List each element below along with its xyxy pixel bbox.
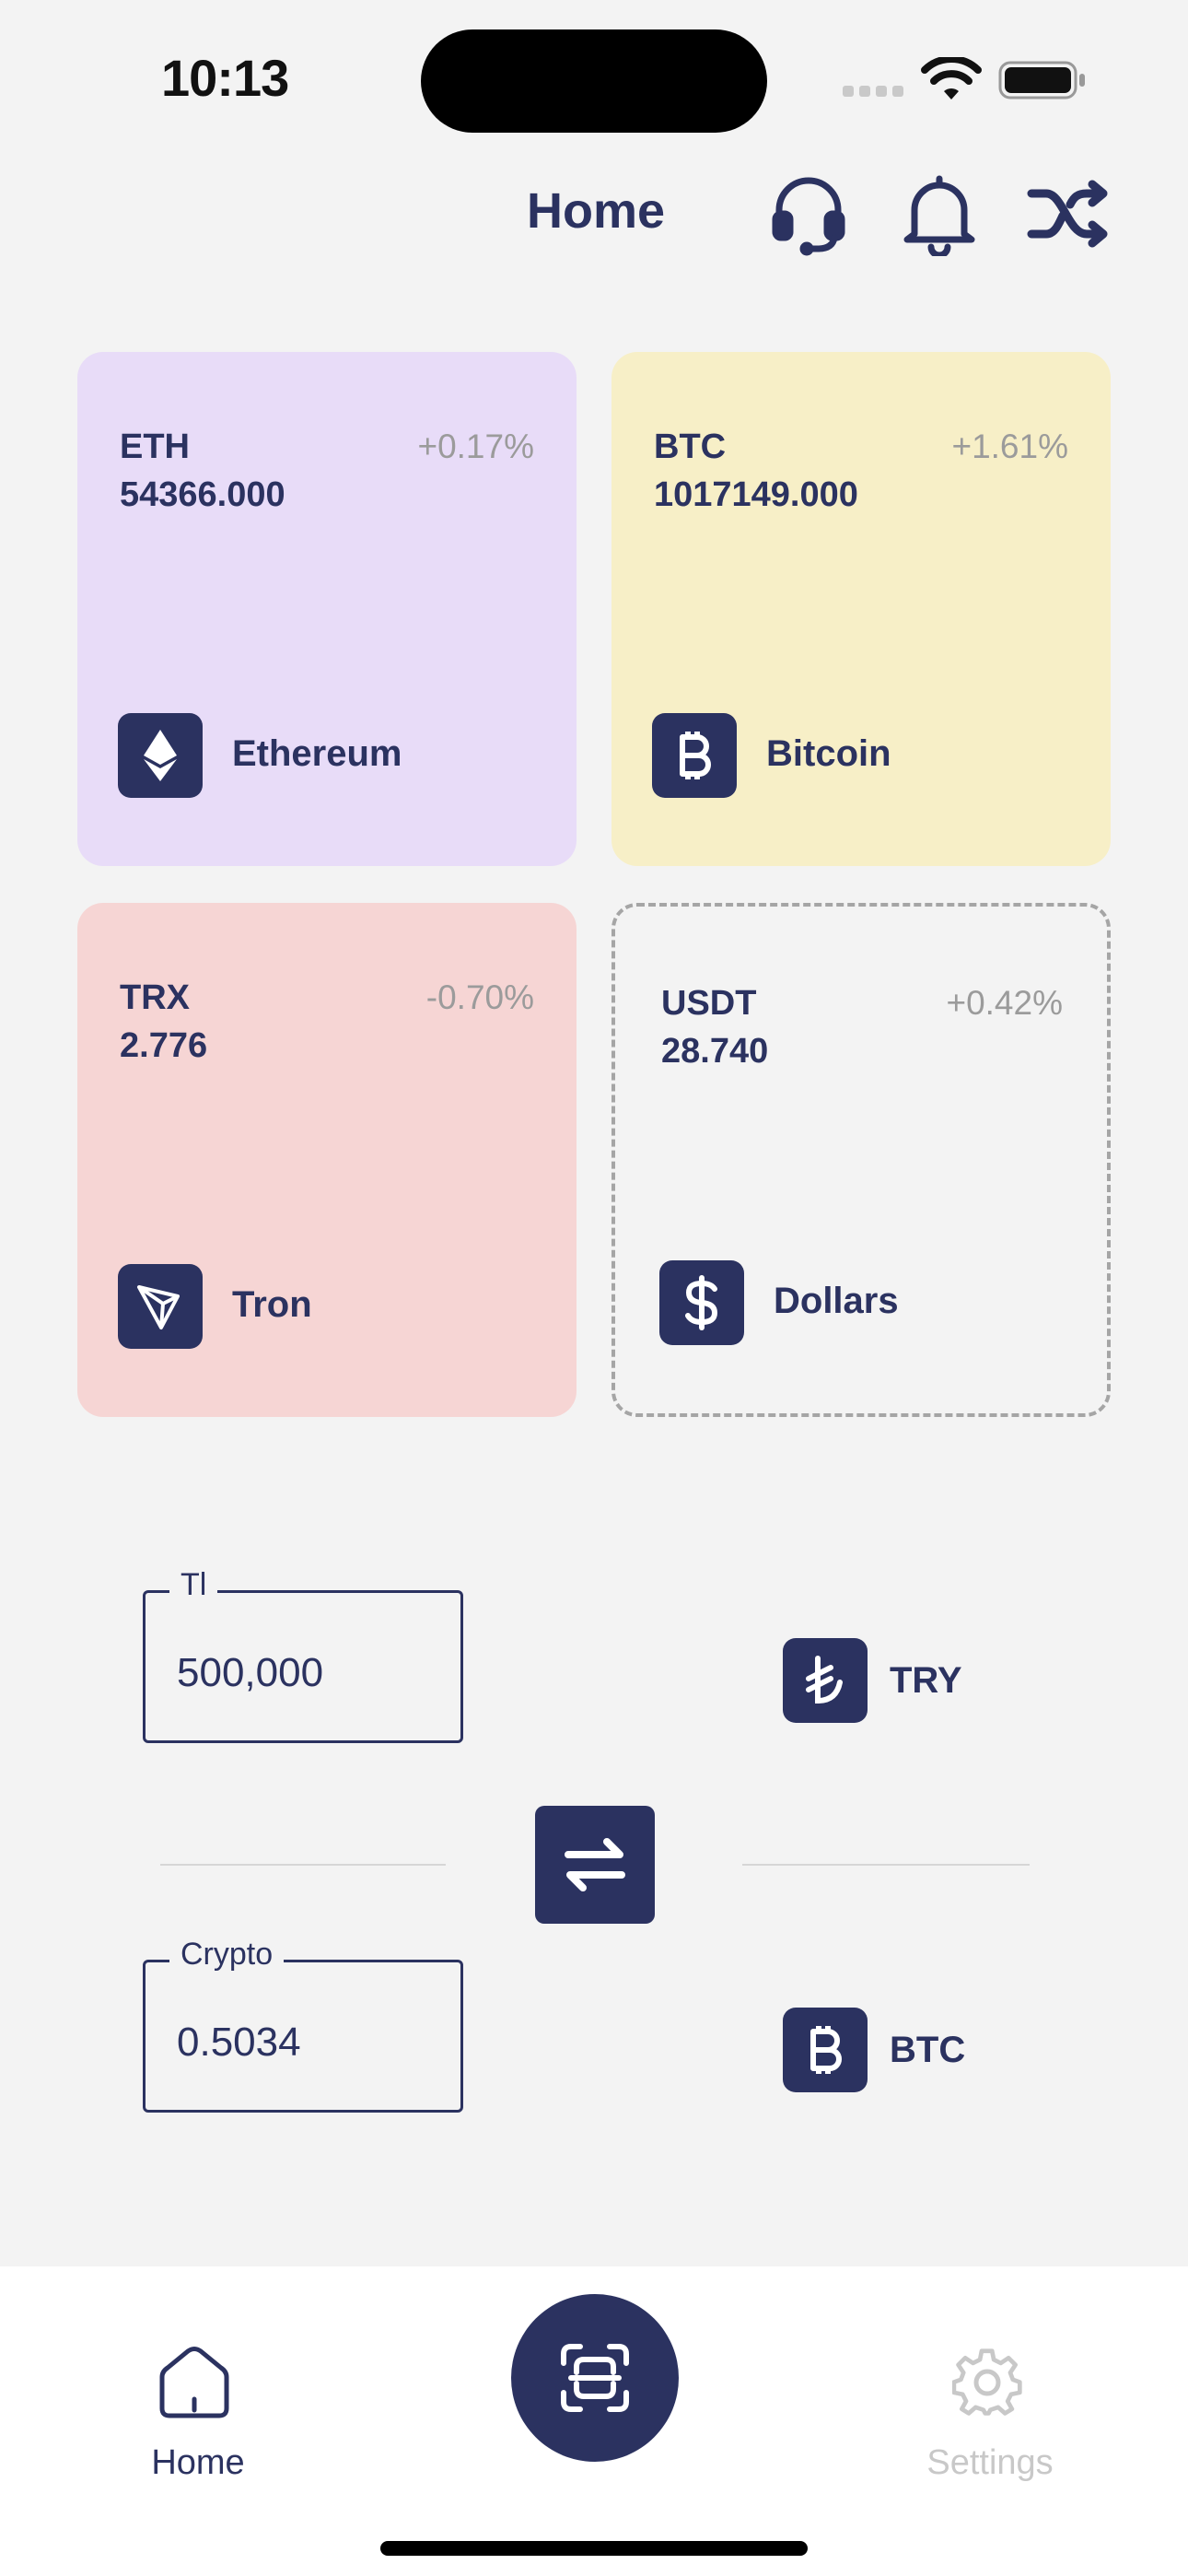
card-price: 28.740 [661, 1032, 769, 1071]
crypto-card-btc[interactable]: BTC 1017149.000 +1.61% Bitcoin [611, 352, 1111, 866]
nav-settings-label[interactable]: Settings [898, 2443, 1082, 2483]
gear-icon[interactable] [951, 2348, 1026, 2421]
home-indicator [380, 2541, 808, 2556]
dollar-icon [659, 1260, 744, 1345]
crypto-card-eth[interactable]: ETH 54366.000 +0.17% Ethereum [77, 352, 577, 866]
divider-right [742, 1864, 1030, 1866]
fiat-field-label: Tl [169, 1567, 218, 1603]
crypto-currency-label[interactable]: BTC [890, 2030, 965, 2071]
ethereum-icon [118, 713, 203, 798]
swap-button[interactable] [535, 1806, 655, 1924]
crypto-card-usdt[interactable]: USDT 28.740 +0.42% Dollars [611, 903, 1111, 1417]
card-symbol: TRX [120, 978, 190, 1017]
crypto-field-label: Crypto [169, 1937, 285, 1973]
swap-arrows-icon [565, 1838, 625, 1891]
wifi-icon [921, 55, 982, 103]
card-change: -0.70% [425, 978, 534, 1016]
nav-home-label[interactable]: Home [106, 2443, 290, 2483]
bitcoin-icon [652, 713, 737, 798]
headset-icon[interactable] [764, 170, 853, 258]
card-change: +1.61% [951, 427, 1068, 465]
fiat-currency-label[interactable]: TRY [890, 1660, 962, 1702]
fiat-field-value[interactable]: 500,000 [177, 1650, 323, 1696]
card-change: +0.42% [946, 984, 1063, 1022]
divider-left [160, 1864, 446, 1866]
status-time: 10:13 [161, 49, 289, 107]
battery-icon [998, 61, 1087, 100]
card-change: +0.17% [417, 427, 534, 465]
shuffle-icon[interactable] [1024, 170, 1112, 258]
card-name: Tron [232, 1284, 312, 1325]
crypto-field-value[interactable]: 0.5034 [177, 2020, 301, 2066]
page-title: Home [527, 183, 666, 239]
bell-icon[interactable] [895, 170, 984, 258]
home-icon[interactable] [157, 2346, 239, 2423]
card-price: 1017149.000 [654, 475, 858, 514]
card-price: 2.776 [120, 1026, 208, 1065]
card-name: Dollars [774, 1281, 899, 1321]
scan-icon [561, 2344, 629, 2412]
crypto-card-trx[interactable]: TRX 2.776 -0.70% Tron [77, 903, 577, 1417]
bitcoin-icon [783, 2008, 868, 2092]
dynamic-island [421, 29, 767, 133]
card-symbol: BTC [654, 427, 727, 466]
card-price: 54366.000 [120, 475, 285, 514]
scan-button[interactable] [511, 2294, 679, 2462]
card-name: Ethereum [232, 733, 402, 774]
card-symbol: ETH [120, 427, 190, 466]
lira-icon [783, 1638, 868, 1723]
crypto-amount-field[interactable]: Crypto 0.5034 [143, 1937, 463, 2113]
tron-icon [118, 1264, 203, 1349]
cellular-signal-icon [843, 85, 905, 98]
fiat-amount-field[interactable]: Tl 500,000 [143, 1567, 463, 1743]
card-symbol: USDT [661, 984, 757, 1023]
card-name: Bitcoin [766, 733, 891, 774]
